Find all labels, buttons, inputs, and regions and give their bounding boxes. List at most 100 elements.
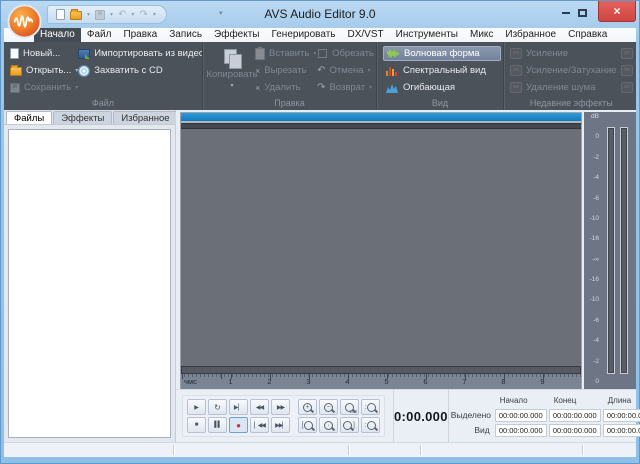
view-start-field[interactable]: 00:00:00.000 — [495, 424, 547, 437]
tab-tools[interactable]: Инструменты — [390, 28, 464, 42]
noise-removal-effect-button[interactable]: Удаление шума — [510, 80, 636, 95]
zoom-selection-button[interactable]: · — [319, 417, 338, 433]
playback-panel: ▶ ↻ ▶▏ ◀◀ ▶▶ ■ ▌▌ ● ▏◀◀ ▶▶▏ + — [176, 389, 636, 442]
fade-mini-icon[interactable] — [621, 65, 633, 76]
sidebar-tab-files[interactable]: Файлы — [6, 111, 52, 124]
chevron-down-icon: ▾ — [313, 50, 316, 57]
zoom-selection-end-button[interactable]: ] — [340, 417, 359, 433]
magnifier-icon — [367, 403, 376, 412]
copy-button[interactable]: Копировать ▾ — [209, 46, 255, 96]
new-button[interactable]: Новый... — [10, 46, 78, 61]
undo-icon: ↶ — [317, 66, 325, 76]
fast-forward-button[interactable]: ▶▶ — [271, 399, 290, 415]
ruler-tick-label: 2 — [250, 377, 289, 389]
amplify-mini-icon[interactable] — [621, 48, 633, 59]
trim-button[interactable]: Обрезать — [317, 46, 374, 61]
view-end-field[interactable]: 00:00:00.000 — [549, 424, 601, 437]
file-list[interactable] — [8, 129, 171, 438]
sidebar-tab-effects[interactable]: Эффекты — [53, 111, 112, 124]
cut-button[interactable]: × Вырезать — [255, 63, 317, 78]
divider — [173, 445, 174, 455]
fade-effect-button[interactable]: Усиление/Затухание — [510, 63, 636, 78]
zoom-out-button[interactable]: − — [319, 399, 338, 415]
status-bar — [4, 442, 636, 457]
undo-button[interactable]: ↶ Отмена ▾ — [317, 63, 374, 78]
noise-removal-icon — [510, 82, 522, 93]
rewind-button[interactable]: ◀◀ — [250, 399, 269, 415]
column-header-start: Начало — [495, 396, 547, 405]
selection-start-field[interactable]: 00:00:00.000 — [495, 409, 547, 422]
go-to-end-button[interactable]: ▶▶▏ — [271, 417, 290, 433]
ruler-tick-label: 3 — [289, 377, 328, 389]
stop-button[interactable]: ■ — [187, 417, 206, 433]
open-button[interactable]: Открыть... ▾ — [10, 63, 78, 78]
tab-generate[interactable]: Генерировать — [266, 28, 342, 42]
loop-playback-button[interactable]: ↻ — [208, 399, 227, 415]
avs-logo-icon[interactable] — [7, 4, 42, 39]
play-button[interactable]: ▶ — [187, 399, 206, 415]
play-to-end-button[interactable]: ▶▏ — [229, 399, 248, 415]
envelope-view-button[interactable]: Огибающая — [383, 80, 501, 95]
import-from-video-button[interactable]: Импортировать из видео — [78, 46, 204, 61]
magnifier-icon: · — [324, 421, 333, 430]
tab-mix[interactable]: Микс — [464, 28, 499, 42]
waveform-view-button[interactable]: Волновая форма — [383, 46, 501, 61]
tab-effects[interactable]: Эффекты — [208, 28, 265, 42]
tab-file[interactable]: Файл — [81, 28, 118, 42]
zoom-in-button[interactable]: + — [298, 399, 317, 415]
horizontal-scrollbar[interactable] — [181, 366, 581, 374]
magnifier-icon — [367, 421, 376, 430]
vertical-zoom-out-button[interactable]: : — [361, 417, 380, 433]
delete-button[interactable]: × Удалить — [255, 80, 317, 95]
transport-controls: ▶ ↻ ▶▏ ◀◀ ▶▶ ■ ▌▌ ● ▏◀◀ ▶▶▏ + — [182, 395, 385, 437]
spectral-view-button[interactable]: Спектральный вид — [383, 63, 501, 78]
record-button[interactable]: ● — [229, 417, 248, 433]
ribbon-group-file: Новый... Открыть... ▾ Сохранить ▾ — [4, 42, 202, 110]
ruler-tick-label: 7 — [445, 377, 484, 389]
close-icon: × — [613, 4, 620, 18]
paste-icon — [255, 48, 265, 60]
waveform-panel: чмс 1 2 3 4 5 6 7 8 9 — [180, 112, 582, 389]
amplify-icon — [510, 48, 522, 59]
capture-from-cd-button[interactable]: Захватить с CD — [78, 63, 204, 78]
title-bar[interactable]: ▾ ▾ ↶ ▾ ↷ ▾ ▾ AVS Audio Editor 9.0 × — [1, 1, 639, 28]
selection-length-field[interactable]: 00:00:00.000 — [603, 409, 640, 422]
sidebar-tab-bar: Файлы Эффекты Избранное — [4, 110, 175, 125]
go-to-start-button[interactable]: ▏◀◀ — [250, 417, 269, 433]
zoom-100-button[interactable]: 100 — [340, 399, 359, 415]
zoom-selection-start-button[interactable]: [ — [298, 417, 317, 433]
redo-button[interactable]: ↷ Возврат ▾ — [317, 80, 374, 95]
pause-button[interactable]: ▌▌ — [208, 417, 227, 433]
tab-edit[interactable]: Правка — [117, 28, 163, 42]
maximize-button[interactable] — [574, 5, 591, 20]
selection-end-field[interactable]: 00:00:00.000 — [549, 409, 601, 422]
save-button[interactable]: Сохранить ▾ — [10, 80, 78, 95]
ribbon-group-view: Волновая форма Спектральный вид Огибающа… — [376, 42, 503, 110]
workspace: чмс 1 2 3 4 5 6 7 8 9 — [176, 110, 636, 389]
ruler-tick-label: 6 — [406, 377, 445, 389]
sidebar-tab-favorites[interactable]: Избранное — [113, 111, 177, 124]
envelope-icon — [386, 83, 399, 93]
paste-button[interactable]: Вставить ▾ — [255, 46, 317, 61]
ruler-tick-label: 1 — [211, 377, 250, 389]
noise-removal-mini-icon[interactable] — [621, 82, 633, 93]
vertical-zoom-in-button[interactable]: : — [361, 399, 380, 415]
position-bar[interactable] — [181, 113, 581, 121]
divider — [582, 445, 583, 455]
tab-record[interactable]: Запись — [163, 28, 208, 42]
row-label-selected: Выделено — [451, 410, 493, 420]
close-button[interactable]: × — [598, 1, 636, 22]
import-video-icon — [78, 49, 90, 59]
view-length-field[interactable]: 00:00:00.000 — [603, 424, 640, 437]
timeline-ruler[interactable]: чмс 1 2 3 4 5 6 7 8 9 — [181, 374, 581, 389]
waveform-display[interactable] — [181, 129, 581, 366]
minimize-icon — [562, 12, 570, 14]
ruler-tick-label: 5 — [367, 377, 406, 389]
tab-help[interactable]: Справка — [562, 28, 613, 42]
scrollbar-thumb[interactable] — [182, 367, 580, 373]
tab-dxvst[interactable]: DX/VST — [342, 28, 390, 42]
tab-favorites[interactable]: Избранное — [499, 28, 562, 42]
magnifier-plus-icon: + — [303, 403, 312, 412]
amplify-effect-button[interactable]: Усиление — [510, 46, 636, 61]
minimize-button[interactable] — [557, 5, 574, 20]
